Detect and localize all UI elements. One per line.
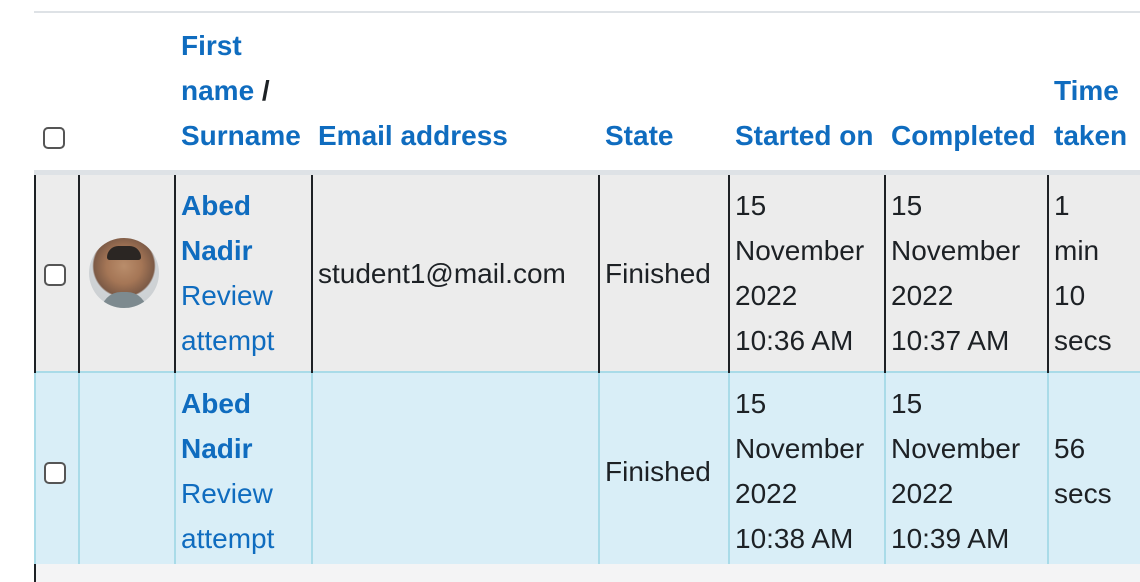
completed-time: 10:37 AM [891,325,1010,356]
email-cell: student1@mail.com [311,172,599,372]
completed-cell: 15 November 2022 10:37 AM [884,172,1048,372]
time-taken-cell: 56 secs [1047,371,1140,571]
completed-day: 15 [891,190,923,221]
name-cell: Abed Nadir Review attempt [174,172,312,372]
time-taken-part: min [1054,235,1100,266]
user-picture-cell [78,371,175,571]
review-attempt-link[interactable]: Review attempt [181,471,306,561]
table-row: Abed Nadir Review attempt student1@mail.… [34,172,1140,372]
sort-surname-link[interactable]: Surname [181,120,301,151]
started-time: 10:38 AM [735,523,854,554]
completed-day: 15 [891,388,923,419]
avatar[interactable] [89,238,159,308]
review-attempt-link[interactable]: Review attempt [181,273,306,363]
time-taken-cell: 1 min 10 secs [1047,172,1140,372]
user-last-name-link[interactable]: Nadir [181,426,306,471]
picture-header [79,13,175,175]
time-taken-part: 10 [1054,280,1086,311]
sort-state-link[interactable]: State [599,13,729,175]
sort-time-taken-link[interactable]: Time taken [1048,13,1140,175]
completed-year: 2022 [891,478,954,509]
completed-year: 2022 [891,280,954,311]
completed-month: November [891,433,1021,464]
user-picture-cell [78,172,175,372]
row-checkbox[interactable] [44,264,66,287]
completed-month: November [891,235,1021,266]
user-last-name-link[interactable]: Nadir [181,228,306,273]
user-first-name-link[interactable]: Abed [181,183,306,228]
started-year: 2022 [735,280,798,311]
started-month: November [735,433,865,464]
select-all-checkbox[interactable] [43,126,65,149]
name-header: First name / Surname [175,13,312,175]
time-taken-part: secs [1054,478,1112,509]
row-checkbox[interactable] [44,462,66,485]
completed-time: 10:39 AM [891,523,1010,554]
table-header-row: First name / Surname Email address State… [35,13,1140,175]
user-first-name-link[interactable]: Abed [181,381,306,426]
started-day: 15 [735,388,767,419]
time-taken-part: 56 [1054,433,1086,464]
sort-email-link[interactable]: Email address [312,13,599,175]
state-cell: Finished [598,172,729,372]
table-row: Abed Nadir Review attempt Finished 15 No… [34,371,1140,571]
started-on-cell: 15 November 2022 10:36 AM [728,172,885,372]
row-select-cell [34,371,79,571]
name-separator: / [254,75,270,106]
started-on-cell: 15 November 2022 10:38 AM [728,371,885,571]
sort-started-on-link[interactable]: Started on [729,13,885,175]
sort-completed-link[interactable]: Completed [885,13,1048,175]
started-year: 2022 [735,478,798,509]
row-select-cell [34,172,79,372]
completed-cell: 15 November 2022 10:39 AM [884,371,1048,571]
name-cell: Abed Nadir Review attempt [174,371,312,571]
started-day: 15 [735,190,767,221]
time-taken-part: 1 [1054,190,1070,221]
started-month: November [735,235,865,266]
email-cell [311,371,599,571]
time-taken-part: secs [1054,325,1112,356]
state-cell: Finished [598,371,729,571]
attempts-table: First name / Surname Email address State… [34,13,1140,571]
next-row-stub [36,564,1140,582]
select-all-header [35,13,79,175]
sort-first-name-link[interactable]: First name [181,30,254,106]
started-time: 10:36 AM [735,325,854,356]
